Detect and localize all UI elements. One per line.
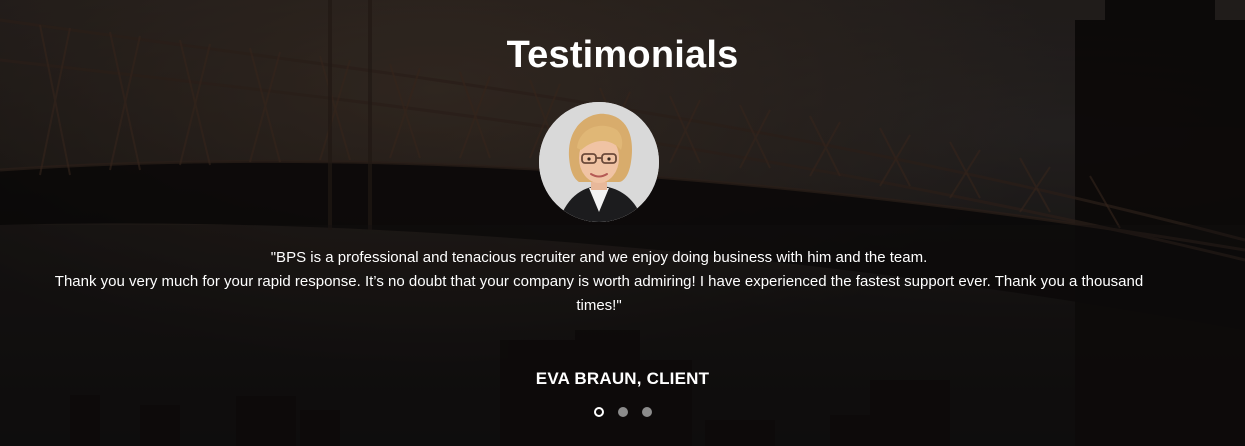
testimonial-author: EVA BRAUN, CLIENT bbox=[535, 369, 710, 388]
client-avatar bbox=[539, 102, 659, 222]
testimonial-quote: "BPS is a professional and tenacious rec… bbox=[40, 246, 1158, 318]
woman-portrait-image bbox=[539, 102, 659, 222]
section-title: Testimonials bbox=[506, 34, 739, 76]
quote-line-1: "BPS is a professional and tenacious rec… bbox=[270, 249, 928, 266]
testimonials-section: Testimonials "BPS is a professional and … bbox=[0, 0, 1245, 446]
testimonial-content: Testimonials "BPS is a professional and … bbox=[0, 0, 1245, 446]
quote-line-2: Thank you very much for your rapid respo… bbox=[54, 273, 1144, 314]
carousel-pagination bbox=[0, 407, 1245, 419]
carousel-dot-2[interactable] bbox=[617, 407, 628, 417]
carousel-dot-1[interactable] bbox=[593, 407, 604, 417]
carousel-dot-3[interactable] bbox=[641, 407, 652, 417]
